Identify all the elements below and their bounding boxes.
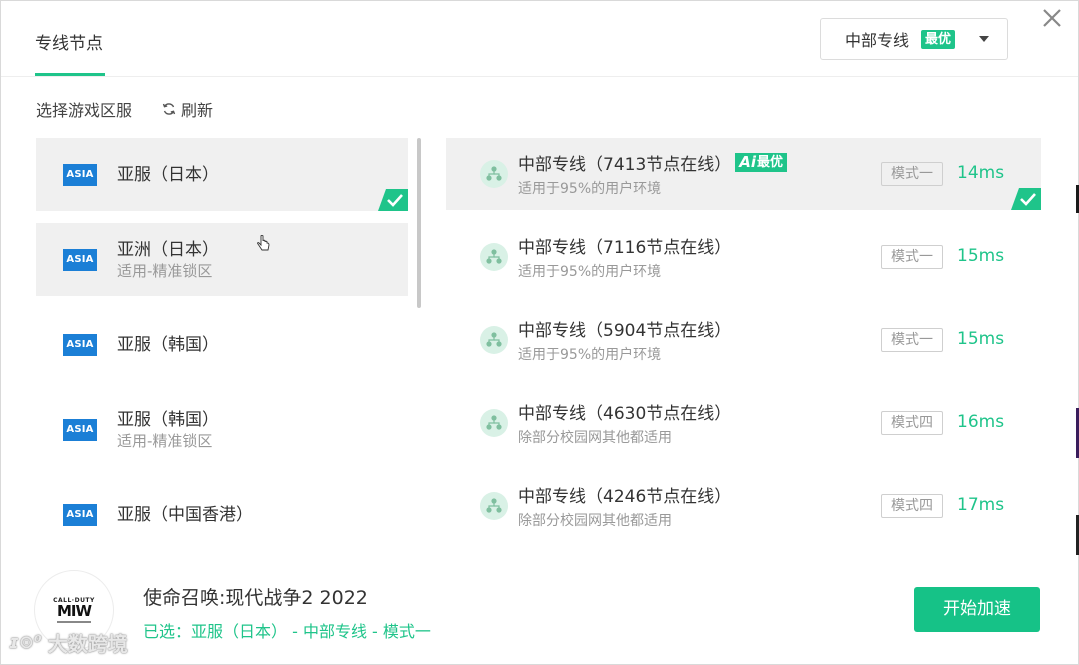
ai-badge-text: Ai	[739, 153, 757, 171]
region-name: 亚服（韩国）	[117, 334, 219, 355]
node-desc: 适用于95%的用户环境	[518, 264, 662, 280]
best-badge: 最优	[921, 29, 956, 49]
node-desc: 除部分校园网其他都适用	[518, 430, 672, 446]
region-name: 亚服（韩国）	[117, 409, 219, 430]
asia-logo-icon: ASIA	[63, 333, 97, 356]
asia-logo-icon: ASIA	[63, 503, 97, 526]
watermark-text: 大数跨境	[47, 632, 128, 656]
start-acceleration-button[interactable]: 开始加速	[914, 587, 1040, 632]
refresh-button[interactable]: 刷新	[162, 97, 213, 121]
refresh-label: 刷新	[181, 101, 214, 120]
region-text: 亚洲（日本） 适用-精准锁区	[117, 239, 219, 281]
region-item[interactable]: ASIA 亚服（中国香港）	[36, 478, 408, 551]
ai-best-badge: Ai 最优	[735, 153, 788, 172]
network-node-icon	[480, 160, 508, 188]
asia-logo-icon: ASIA	[63, 248, 97, 271]
network-node-icon	[480, 409, 508, 437]
tab-active-indicator	[35, 73, 105, 76]
node-item[interactable]: 中部专线（4630节点在线） 除部分校园网其他都适用 模式四 16ms	[446, 387, 1041, 459]
close-icon	[1043, 9, 1061, 27]
region-item[interactable]: ASIA 亚洲（日本） 适用-精准锁区	[36, 223, 408, 296]
mode-tag: 模式四	[881, 494, 943, 518]
mode-tag: 模式一	[881, 162, 943, 186]
dialog-header: 专线节点 中部专线 最优	[1, 1, 1078, 77]
network-node-icon	[480, 326, 508, 354]
game-title: 使命召唤:现代战争2 2022	[143, 587, 368, 609]
selected-check-icon	[1011, 188, 1041, 210]
mode-tag: 模式四	[881, 411, 943, 435]
node-title: 中部专线（5904节点在线）	[518, 321, 732, 341]
node-item[interactable]: 中部专线（7116节点在线） 适用于95%的用户环境 模式一 15ms	[446, 221, 1041, 293]
node-desc: 适用于95%的用户环境	[518, 181, 662, 197]
latency-value: 16ms	[957, 412, 1005, 432]
node-title: 中部专线（4630节点在线）	[518, 404, 732, 424]
region-select-label: 选择游戏区服	[36, 101, 133, 120]
selected-check-icon	[378, 189, 408, 211]
region-sub: 适用-精准锁区	[117, 261, 213, 280]
watermark: ɪ⊙⁰ 大数跨境	[9, 628, 128, 657]
latency-value: 14ms	[957, 163, 1005, 183]
refresh-icon	[162, 103, 176, 115]
tab-dedicated-nodes[interactable]: 专线节点	[35, 29, 103, 54]
node-dialog: 专线节点 中部专线 最优 选择游戏区服 刷新 ASIA 亚服（日本） ASIA …	[0, 0, 1079, 665]
node-title: 中部专线（7116节点在线）	[518, 238, 732, 258]
node-item[interactable]: 中部专线（5904节点在线） 适用于95%的用户环境 模式一 15ms	[446, 304, 1041, 376]
mode-tag: 模式一	[881, 328, 943, 352]
asia-logo-icon: ASIA	[63, 163, 97, 186]
game-logo-underline	[57, 621, 91, 623]
node-title: 中部专线（4246节点在线）	[518, 487, 732, 507]
caret-down-icon	[979, 36, 989, 42]
close-button[interactable]	[1037, 3, 1067, 33]
node-item[interactable]: 中部专线（4246节点在线） 除部分校园网其他都适用 模式四 17ms	[446, 470, 1041, 542]
node-desc: 适用于95%的用户环境	[518, 347, 662, 363]
region-text: 亚服（中国香港）	[117, 504, 253, 526]
best-badge-text: 最优	[757, 155, 784, 170]
region-name: 亚服（中国香港）	[117, 504, 253, 525]
latency-value: 15ms	[957, 329, 1005, 349]
region-text: 亚服（日本）	[117, 164, 219, 186]
node-desc: 除部分校园网其他都适用	[518, 513, 672, 529]
game-logo-main-text: MIW	[56, 602, 92, 620]
region-sub: 适用-精准锁区	[117, 431, 213, 450]
line-select-label: 中部专线	[845, 31, 910, 50]
region-name: 亚洲（日本）	[117, 239, 219, 260]
region-list-scrollbar[interactable]	[417, 138, 421, 308]
region-text: 亚服（韩国） 适用-精准锁区	[117, 409, 219, 451]
region-item[interactable]: ASIA 亚服（日本）	[36, 138, 408, 211]
network-node-icon	[480, 492, 508, 520]
watermark-logo: ɪ⊙⁰	[9, 632, 42, 653]
region-name: 亚服（日本）	[117, 164, 219, 185]
latency-value: 17ms	[957, 495, 1005, 515]
latency-value: 15ms	[957, 246, 1005, 266]
asia-logo-icon: ASIA	[63, 418, 97, 441]
mode-tag: 模式一	[881, 245, 943, 269]
region-text: 亚服（韩国）	[117, 334, 219, 356]
node-title-row: 中部专线（7413节点在线） Ai 最优	[518, 150, 788, 175]
hand-cursor-icon	[257, 235, 270, 251]
line-select-dropdown[interactable]: 中部专线 最优	[820, 18, 1008, 60]
node-title: 中部专线（7413节点在线）	[518, 155, 732, 175]
node-item[interactable]: 中部专线（7413节点在线） Ai 最优 适用于95%的用户环境 模式一 14m…	[446, 138, 1041, 210]
region-list[interactable]: ASIA 亚服（日本） ASIA 亚洲（日本） 适用-精准锁区 ASIA 亚服（…	[36, 138, 408, 558]
network-node-icon	[480, 243, 508, 271]
region-item[interactable]: ASIA 亚服（韩国） 适用-精准锁区	[36, 393, 408, 466]
region-item[interactable]: ASIA 亚服（韩国）	[36, 308, 408, 381]
selected-summary: 已选：亚服（日本） - 中部专线 - 模式一	[143, 622, 431, 641]
